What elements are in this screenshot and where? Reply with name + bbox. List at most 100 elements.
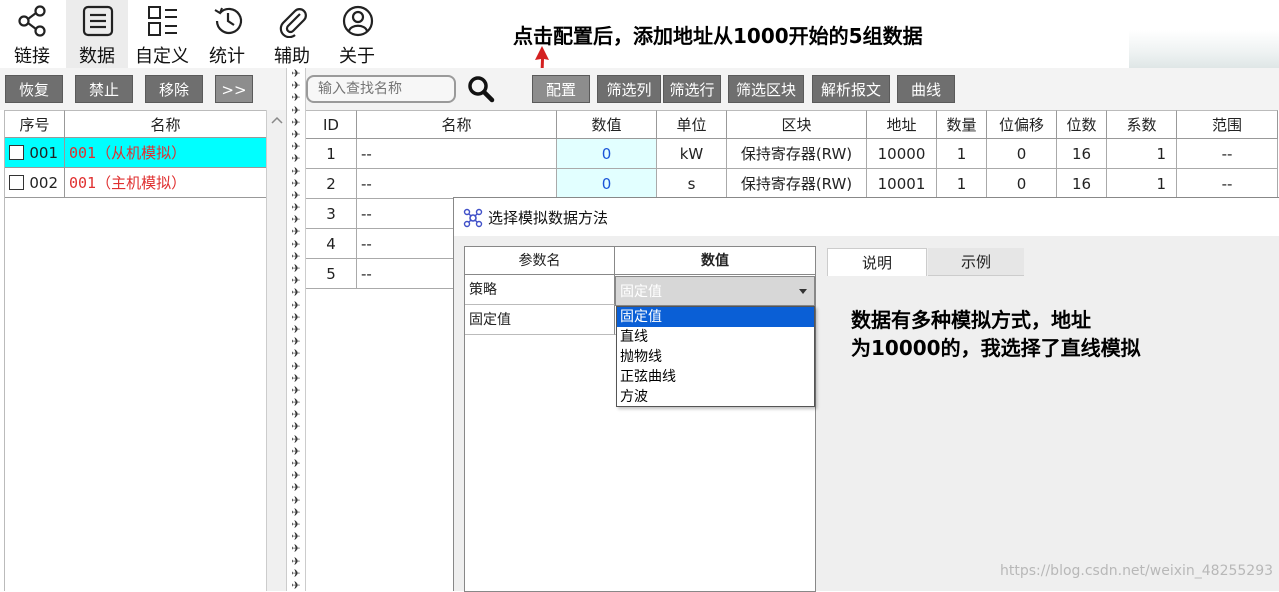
row-no-text: 002 xyxy=(29,174,58,192)
nav-assist[interactable]: 辅助 xyxy=(261,0,323,68)
row-name: 001（从机模拟） xyxy=(65,138,267,168)
col-header-bits[interactable]: 位数 xyxy=(1057,110,1107,139)
option-fixed[interactable]: 固定值 xyxy=(617,307,814,327)
col-header-address[interactable]: 地址 xyxy=(867,110,937,139)
cell-count: 1 xyxy=(937,169,987,199)
option-sine[interactable]: 正弦曲线 xyxy=(617,367,814,387)
col-header-value[interactable]: 数值 xyxy=(557,110,657,139)
col-header-range[interactable]: 范围 xyxy=(1177,110,1278,139)
watermark: https://blog.csdn.net/weixin_48255293 xyxy=(1000,563,1274,579)
nav-label-link: 链接 xyxy=(14,46,50,67)
list-icon xyxy=(82,5,114,37)
filter-block-button[interactable]: 筛选区块 xyxy=(728,75,804,103)
cell-bit-offset: 0 xyxy=(987,139,1057,169)
nav-label-assist: 辅助 xyxy=(274,46,310,67)
nav-label-data: 数据 xyxy=(79,46,115,67)
paperclip-icon xyxy=(279,8,307,38)
search-icon[interactable] xyxy=(466,74,496,104)
chevron-down-icon xyxy=(799,289,807,294)
col-header-coef[interactable]: 系数 xyxy=(1107,110,1177,139)
annotation-top: 点击配置后，添加地址从1000开始的5组数据 xyxy=(513,24,923,48)
nav-custom[interactable]: 自定义 xyxy=(131,0,193,68)
param-header-name: 参数名 xyxy=(465,247,615,275)
nav-label-about: 关于 xyxy=(339,46,375,67)
left-header-no: 序号 xyxy=(5,110,65,138)
strategy-select-value: 固定值 xyxy=(620,284,662,300)
user-icon xyxy=(342,5,374,37)
simulation-method-dialog: 选择模拟数据方法 参数名 数值 策略 固定值 固定值 固定值 直线 抛物线 正弦… xyxy=(453,197,1279,592)
remove-button[interactable]: 移除 xyxy=(145,75,203,103)
option-parabola[interactable]: 抛物线 xyxy=(617,347,814,367)
param-fixed-label: 固定值 xyxy=(465,305,615,335)
decorative-banner xyxy=(1129,30,1279,68)
tab-description[interactable]: 说明 xyxy=(827,248,927,276)
restore-button[interactable]: 恢复 xyxy=(5,75,63,103)
nav-link[interactable]: 链接 xyxy=(1,0,63,68)
col-header-count[interactable]: 数量 xyxy=(937,110,987,139)
nav-label-stats: 统计 xyxy=(209,46,245,67)
dialog-title-bar: 选择模拟数据方法 xyxy=(454,198,1279,236)
cell-id: 4 xyxy=(306,229,357,259)
tab-example[interactable]: 示例 xyxy=(928,248,1024,276)
nav-about[interactable]: 关于 xyxy=(326,0,388,68)
disable-button[interactable]: 禁止 xyxy=(75,75,133,103)
cell-bits: 16 xyxy=(1057,169,1107,199)
col-header-block[interactable]: 区块 xyxy=(727,110,867,139)
cell-id: 5 xyxy=(306,259,357,289)
cell-id: 1 xyxy=(306,139,357,169)
option-line[interactable]: 直线 xyxy=(617,327,814,347)
cell-name[interactable]: -- xyxy=(357,169,557,199)
annotation-note: 数据有多种模拟方式，地址 为10000的，我选择了直线模拟 xyxy=(851,306,1141,362)
cell-coef: 1 xyxy=(1107,139,1177,169)
left-scrollbar[interactable] xyxy=(266,110,286,591)
annotation-line-2: 为10000的，我选择了直线模拟 xyxy=(851,336,1141,360)
cell-coef: 1 xyxy=(1107,169,1177,199)
cell-name[interactable]: -- xyxy=(357,259,457,289)
cell-name[interactable]: -- xyxy=(357,139,557,169)
cell-value[interactable]: 0 xyxy=(557,139,657,169)
row-checkbox[interactable] xyxy=(9,145,24,160)
cell-id: 3 xyxy=(306,199,357,229)
cell-name[interactable]: -- xyxy=(357,229,457,259)
row-checkbox[interactable] xyxy=(9,175,24,190)
parse-message-button[interactable]: 解析报文 xyxy=(812,75,890,103)
app-logo-icon xyxy=(463,208,483,228)
customize-icon xyxy=(148,6,177,36)
col-header-id[interactable]: ID xyxy=(306,110,357,139)
option-square[interactable]: 方波 xyxy=(617,387,814,407)
history-icon xyxy=(214,7,243,35)
strategy-dropdown: 固定值 直线 抛物线 正弦曲线 方波 xyxy=(616,306,815,407)
cell-bit-offset: 0 xyxy=(987,169,1057,199)
cell-unit: s xyxy=(657,169,727,199)
panel-splitter[interactable]: ✈ ✈ ✈ ✈ ✈ ✈ ✈ ✈ ✈ ✈ ✈ ✈ ✈ ✈ ✈ ✈ ✈ ✈ ✈ ✈ ✈ ✈ ✈ ✈ ✈ ✈ ✈ ✈ ✈ ✈ ✈ ✈ ✈ ✈ ✈ ✈ ✈… xyxy=(286,68,306,591)
cell-value[interactable]: 0 xyxy=(557,169,657,199)
nav-data[interactable]: 数据 xyxy=(66,0,128,68)
col-header-name[interactable]: 名称 xyxy=(357,110,557,139)
filter-rows-button[interactable]: 筛选行 xyxy=(663,75,721,103)
cell-block: 保持寄存器(RW) xyxy=(727,169,867,199)
left-header-name: 名称 xyxy=(65,110,267,138)
col-header-bit-offset[interactable]: 位偏移 xyxy=(987,110,1057,139)
cell-count: 1 xyxy=(937,139,987,169)
curve-button[interactable]: 曲线 xyxy=(897,75,955,103)
cell-bits: 16 xyxy=(1057,139,1107,169)
cell-block: 保持寄存器(RW) xyxy=(727,139,867,169)
param-header-value: 数值 xyxy=(615,247,815,275)
expand-button[interactable]: >> xyxy=(215,75,253,103)
filter-columns-button[interactable]: 筛选列 xyxy=(597,75,661,103)
cell-unit: kW xyxy=(657,139,727,169)
col-header-unit[interactable]: 单位 xyxy=(657,110,727,139)
param-strategy-label: 策略 xyxy=(465,275,615,305)
share-icon xyxy=(18,5,46,37)
scroll-up-icon[interactable] xyxy=(271,116,283,124)
strategy-select[interactable]: 固定值 xyxy=(615,276,815,306)
row-name: 001（主机模拟） xyxy=(65,168,267,198)
cell-address: 10000 xyxy=(867,139,937,169)
search-input[interactable] xyxy=(306,75,456,103)
cell-address: 10001 xyxy=(867,169,937,199)
nav-label-custom: 自定义 xyxy=(135,46,189,67)
cell-name[interactable]: -- xyxy=(357,199,457,229)
cell-range: -- xyxy=(1177,169,1278,199)
config-button[interactable]: 配置 xyxy=(532,75,590,103)
nav-stats[interactable]: 统计 xyxy=(196,0,258,68)
